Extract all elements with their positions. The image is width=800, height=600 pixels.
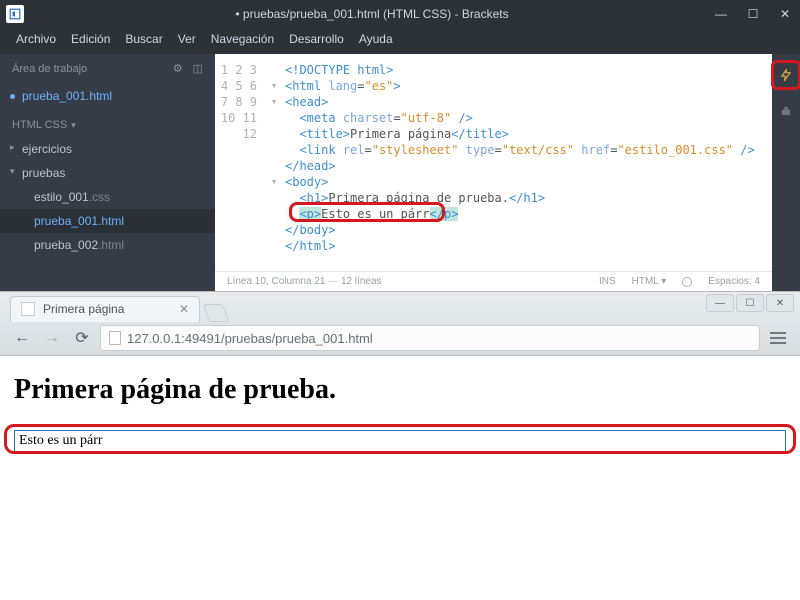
menu-bar: Archivo Edición Buscar Ver Navegación De… [0,28,800,54]
annotation-ring-lightning [771,60,800,90]
maximize-button[interactable]: ☐ [744,7,762,21]
file-ext: .css [89,190,110,204]
workspace-label: Área de trabajo [12,63,87,75]
menu-desarrollo[interactable]: Desarrollo [289,32,344,46]
page-icon [21,302,35,316]
file-prueba-002[interactable]: prueba_002.html [0,233,215,257]
close-button[interactable]: ✕ [776,7,794,21]
workspace-header: Área de trabajo ⚙ ◫ [0,54,215,83]
menu-buscar[interactable]: Buscar [125,32,162,46]
chrome-window-controls: — ☐ ✕ [706,294,794,312]
new-tab-button[interactable] [203,304,230,322]
project-header[interactable]: HTML CSS ▾ [0,109,215,137]
file-name: prueba_001 [34,214,98,228]
menu-archivo[interactable]: Archivo [16,32,56,46]
file-name: estilo_001 [34,190,89,204]
minimize-button[interactable]: — [712,7,730,21]
live-preview-button[interactable] [775,64,797,86]
gear-icon[interactable]: ⚙ [173,62,183,75]
open-file-item[interactable]: prueba_001.html [0,83,215,109]
code-text: <!DOCTYPE html> <html lang="es"> <head> … [281,54,772,271]
titlebar[interactable]: • pruebas/prueba_001.html (HTML CSS) - B… [0,0,800,28]
sidebar: Área de trabajo ⚙ ◫ prueba_001.html HTML… [0,54,215,291]
file-ext: .html [98,214,124,228]
insert-mode[interactable]: INS [599,276,616,287]
forward-button[interactable]: → [40,326,64,350]
paragraph-text: Esto es un párr [19,433,103,448]
close-icon[interactable]: ✕ [179,302,189,316]
url-text: 127.0.0.1:49491/pruebas/prueba_001.html [127,331,373,346]
line-gutter: 1 2 3 4 5 6 7 8 9 10 11 12 [215,54,267,271]
page-heading: Primera página de prueba. [14,374,786,406]
reload-button[interactable]: ⟳ [70,326,94,350]
cursor-position: Línea 10, Columna 21 [227,276,325,287]
folder-pruebas[interactable]: ▾ pruebas [0,161,215,185]
brick-icon [779,104,793,118]
close-button[interactable]: ✕ [766,294,794,312]
address-bar[interactable]: 127.0.0.1:49491/pruebas/prueba_001.html [100,325,760,351]
maximize-button[interactable]: ☐ [736,294,764,312]
language-mode[interactable]: HTML ▾ [632,276,667,287]
brackets-editor: • pruebas/prueba_001.html (HTML CSS) - B… [0,0,800,291]
back-button[interactable]: ← [10,326,34,350]
fold-column: ▾▾▾ [267,54,281,271]
code-area[interactable]: 1 2 3 4 5 6 7 8 9 10 11 12 ▾▾▾ <!DOCTYPE… [215,54,772,271]
file-prueba-001[interactable]: prueba_001.html [0,209,215,233]
brackets-app-icon [6,5,24,23]
hamburger-menu-button[interactable] [766,332,790,344]
omnibar: ← → ⟳ 127.0.0.1:49491/pruebas/prueba_001… [0,322,800,355]
line-count: 12 líneas [341,276,382,287]
tab-primera-pagina[interactable]: Primera página ✕ [10,296,200,322]
editor-pane: 1 2 3 4 5 6 7 8 9 10 11 12 ▾▾▾ <!DOCTYPE… [215,54,772,291]
chrome-frame: Primera página ✕ — ☐ ✕ ← → ⟳ 127.0.0.1:4… [0,292,800,356]
chrome-browser: Primera página ✕ — ☐ ✕ ← → ⟳ 127.0.0.1:4… [0,291,800,600]
fold-icon: ▾ [267,78,281,94]
modified-dot-icon [10,94,15,99]
minimize-button[interactable]: — [706,294,734,312]
lightning-icon [779,68,793,82]
extensions-button[interactable] [775,100,797,122]
chevron-down-icon: ▾ [71,120,76,130]
file-name: prueba_002 [34,238,98,252]
folder-label: pruebas [22,166,65,180]
menu-ayuda[interactable]: Ayuda [359,32,393,46]
folder-ejercicios[interactable]: ▸ ejercicios [0,137,215,161]
lint-status-icon[interactable] [682,277,692,287]
menu-navegacion[interactable]: Navegación [211,32,274,46]
file-icon [109,331,121,345]
highlighted-paragraph: Esto es un párr [14,430,786,452]
menu-edicion[interactable]: Edición [71,32,110,46]
split-view-icon[interactable]: ◫ [193,62,203,75]
fold-icon: ▾ [267,174,281,190]
fold-icon: ▾ [267,94,281,110]
page-viewport: Primera página de prueba. Esto es un pár… [0,356,800,470]
window-title: • pruebas/prueba_001.html (HTML CSS) - B… [32,7,712,21]
tab-strip: Primera página ✕ — ☐ ✕ [0,292,800,322]
file-ext: .html [98,238,124,252]
folder-label: ejercicios [22,142,72,156]
tab-title: Primera página [43,302,124,316]
triangle-down-icon: ▾ [10,166,15,177]
triangle-right-icon: ▸ [10,142,15,153]
open-file-label: prueba_001.html [22,89,112,103]
status-bar: Línea 10, Columna 21 — 12 líneas INS HTM… [215,271,772,291]
project-label: HTML CSS [12,119,67,131]
file-estilo-001[interactable]: estilo_001.css [0,185,215,209]
window-controls: — ☐ ✕ [712,7,794,21]
spaces-indicator[interactable]: Espacios: 4 [708,276,760,287]
menu-ver[interactable]: Ver [178,32,196,46]
right-rail [772,54,800,291]
